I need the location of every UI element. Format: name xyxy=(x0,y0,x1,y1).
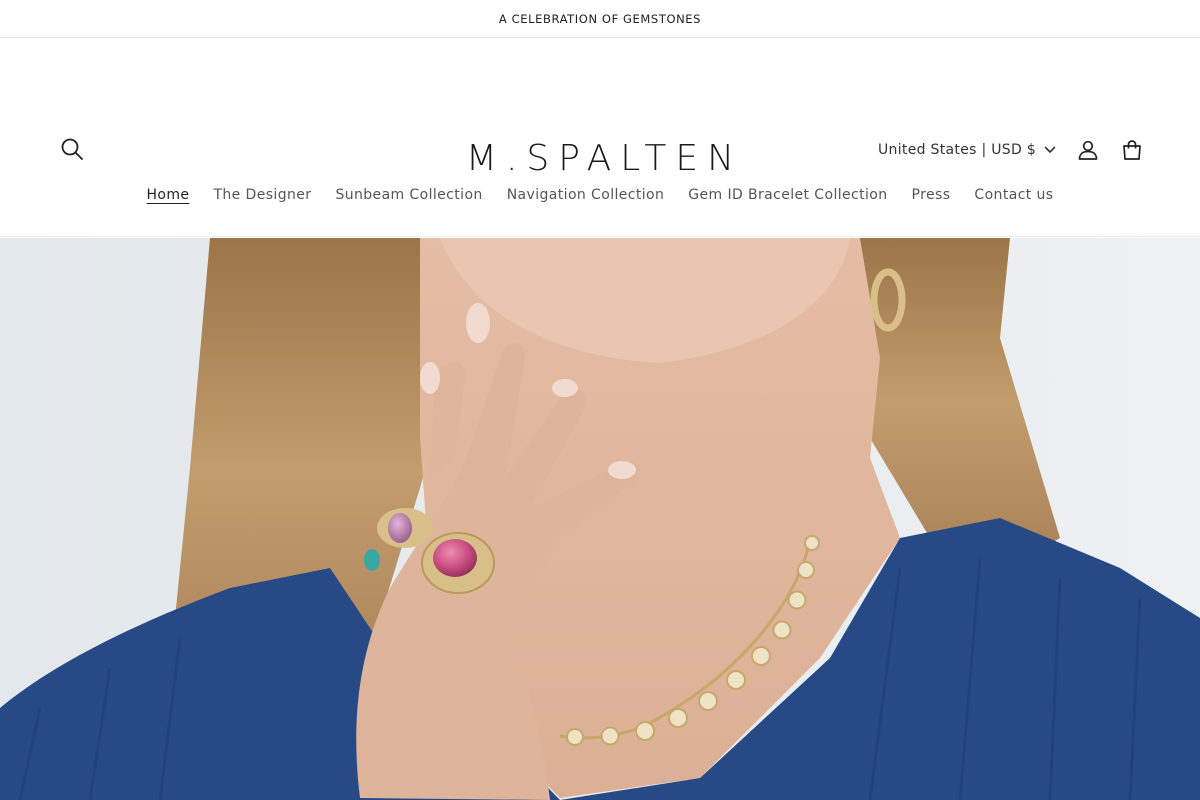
site-header: M.SPALTEN United States | USD $ Home The… xyxy=(0,38,1200,237)
announcement-text: A CELEBRATION OF GEMSTONES xyxy=(498,11,702,26)
locale-label: United States | USD $ xyxy=(878,142,1036,158)
main-navigation: Home The Designer Sunbeam Collection Nav… xyxy=(0,183,1200,207)
locale-selector[interactable]: United States | USD $ xyxy=(878,142,1056,158)
chevron-down-icon xyxy=(1044,146,1056,154)
announcement-bar: A CELEBRATION OF GEMSTONES xyxy=(0,0,1200,38)
hero-banner[interactable] xyxy=(0,238,1200,800)
nav-item-home[interactable]: Home xyxy=(146,183,189,207)
nav-item-contact-us[interactable]: Contact us xyxy=(974,183,1053,207)
cart-button[interactable] xyxy=(1118,136,1146,164)
nav-item-the-designer[interactable]: The Designer xyxy=(213,183,311,207)
nav-item-press[interactable]: Press xyxy=(912,183,951,207)
account-icon xyxy=(1078,140,1098,160)
nav-item-navigation-collection[interactable]: Navigation Collection xyxy=(507,183,665,207)
account-button[interactable] xyxy=(1074,136,1102,164)
hero-image xyxy=(0,238,1200,800)
nav-item-sunbeam-collection[interactable]: Sunbeam Collection xyxy=(335,183,482,207)
nav-item-gem-id-bracelet-collection[interactable]: Gem ID Bracelet Collection xyxy=(688,183,887,207)
header-actions: United States | USD $ xyxy=(878,136,1146,164)
cart-icon xyxy=(1123,140,1141,160)
